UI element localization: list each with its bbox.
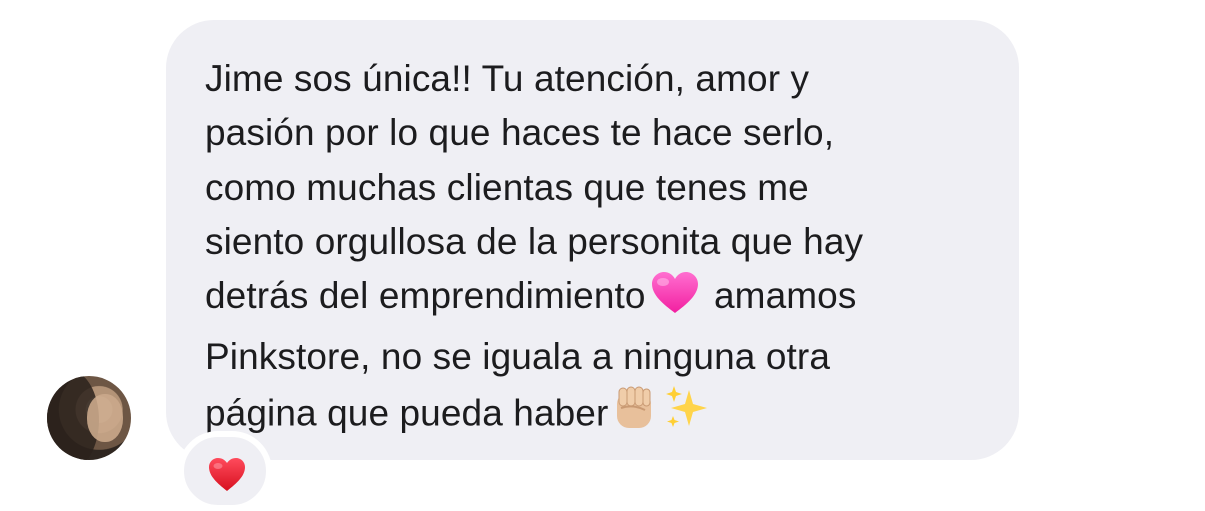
message-line-part: detrás del emprendimiento [205, 275, 646, 317]
message-line: página que pueda haber [205, 384, 1005, 447]
message-line: siento orgullosa de la personita que hay [205, 220, 864, 262]
sparkles-icon [663, 384, 711, 447]
message-line: como muchas clientas que tenes me [205, 166, 809, 208]
message-line: pasión por lo que haces te hace serlo, [205, 112, 835, 154]
avatar[interactable] [47, 376, 131, 460]
red-heart-icon [207, 457, 247, 498]
message-line-part: página que pueda haber [205, 392, 609, 434]
message-line-part: amamos [713, 275, 857, 317]
raised-fist-icon [611, 384, 657, 447]
message-line: detrás del emprendimiento amamos [205, 269, 1005, 330]
message-text: Jime sos única!! Tu atención, amor y pas… [205, 52, 1005, 448]
reaction-badge[interactable] [178, 431, 272, 511]
message-line: Jime sos única!! Tu atención, amor y [205, 58, 810, 99]
pink-heart-icon [649, 271, 701, 330]
avatar-face [87, 394, 123, 442]
message-line: Pinkstore, no se iguala a ninguna otra [205, 336, 830, 378]
